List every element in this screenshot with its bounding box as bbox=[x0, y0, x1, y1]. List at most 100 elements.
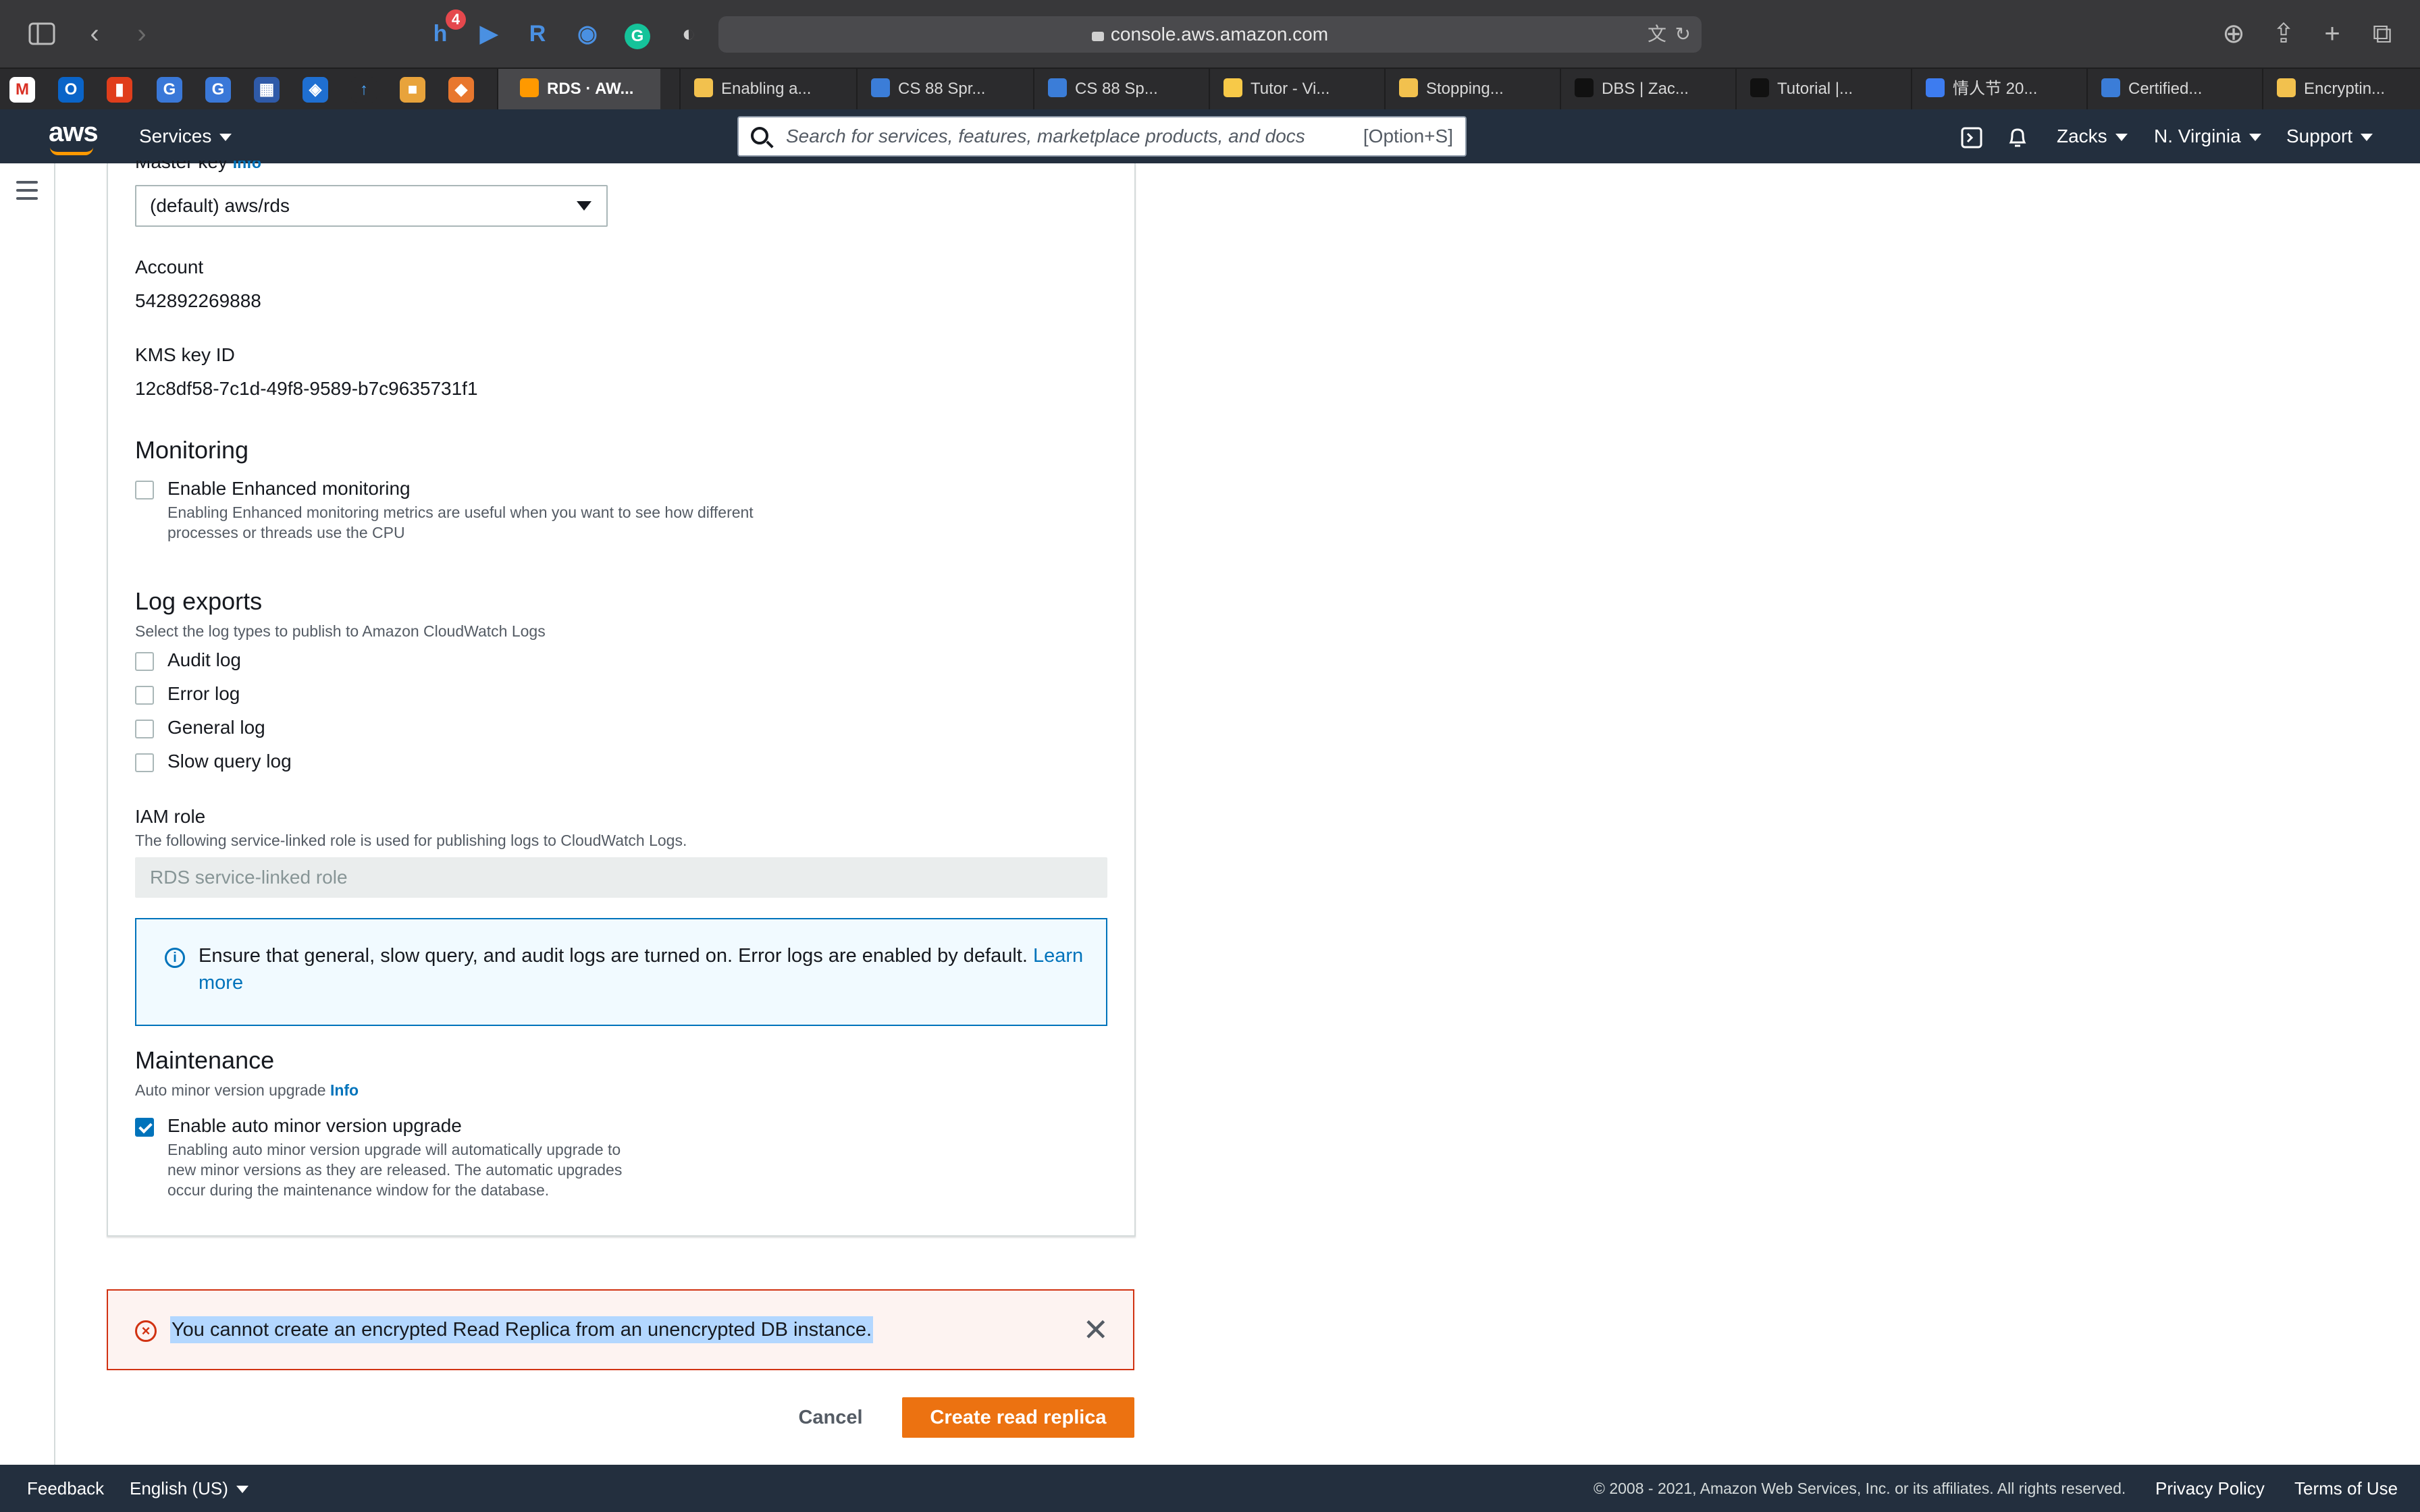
kms-key-label: KMS key ID bbox=[135, 344, 235, 365]
translate-icon[interactable]: 文 bbox=[1648, 16, 1666, 53]
tab-tutor[interactable]: Tutor - Vi... bbox=[1209, 69, 1368, 109]
close-icon[interactable]: ✕ bbox=[1082, 1311, 1109, 1349]
share-icon[interactable]: ⇪ bbox=[2267, 18, 2300, 50]
general-log-checkbox[interactable] bbox=[135, 720, 154, 738]
account-menu[interactable]: Zacks bbox=[2057, 109, 2128, 163]
support-menu[interactable]: Support bbox=[2286, 109, 2373, 163]
terms-of-use-link[interactable]: Terms of Use bbox=[2294, 1465, 2398, 1512]
forward-icon[interactable]: › bbox=[126, 18, 158, 50]
browser-toolbar: ‹ › h4 ▶ R ◉ G ◐ console.aws.amazon.com … bbox=[0, 0, 2420, 68]
account-value: 542892269888 bbox=[135, 290, 261, 311]
monitoring-heading: Monitoring bbox=[135, 436, 249, 464]
aws-logo-smile bbox=[50, 147, 93, 155]
amvu-checkbox[interactable] bbox=[135, 1118, 154, 1137]
pinned-cube-icon[interactable]: ◆ bbox=[448, 77, 474, 103]
url-text: console.aws.amazon.com bbox=[1110, 24, 1329, 45]
reload-icon[interactable]: ↻ bbox=[1675, 16, 1691, 53]
error-alert: × You cannot create an encrypted Read Re… bbox=[107, 1289, 1134, 1370]
create-read-replica-button[interactable]: Create read replica bbox=[902, 1397, 1134, 1438]
password-extension-icon[interactable]: ◉ bbox=[571, 18, 604, 50]
lock-icon bbox=[1091, 32, 1104, 41]
pinned-office-icon[interactable]: ▮ bbox=[107, 77, 132, 103]
tab-tutorial[interactable]: Tutorial |... bbox=[1735, 69, 1895, 109]
notifications-bell-icon[interactable] bbox=[2007, 109, 2028, 163]
tab-dbs[interactable]: DBS | Zac... bbox=[1560, 69, 1719, 109]
form-panel bbox=[107, 163, 1136, 1237]
pinned-outlook-icon[interactable]: O bbox=[58, 77, 84, 103]
enhanced-monitoring-desc-2: processes or threads use the CPU bbox=[167, 524, 405, 541]
pinned-grid-icon[interactable]: ▦ bbox=[254, 77, 280, 103]
caret-down-icon bbox=[577, 201, 591, 211]
tab-certified[interactable]: Certified... bbox=[2086, 69, 2246, 109]
services-search[interactable]: Search for services, features, marketpla… bbox=[737, 116, 1467, 157]
pinned-translate2-icon[interactable]: G bbox=[205, 77, 231, 103]
log-exports-heading: Log exports bbox=[135, 587, 263, 615]
log-info-alert: i Ensure that general, slow query, and a… bbox=[135, 918, 1107, 1026]
info-icon: i bbox=[165, 948, 185, 968]
feedback-link[interactable]: Feedback bbox=[27, 1465, 104, 1512]
error-message: You cannot create an encrypted Read Repl… bbox=[170, 1316, 874, 1343]
privacy-policy-link[interactable]: Privacy Policy bbox=[2155, 1465, 2265, 1512]
pinned-arrow-icon[interactable]: ↑ bbox=[351, 77, 377, 103]
search-icon bbox=[751, 127, 768, 144]
video-extension-icon[interactable]: ▶ bbox=[473, 18, 505, 50]
pinned-app-icon[interactable]: ◈ bbox=[302, 77, 328, 103]
learn-more-link[interactable]: Learn bbox=[1033, 945, 1083, 967]
amvu-info-link[interactable]: Info bbox=[330, 1081, 359, 1099]
downloads-icon[interactable]: ⊕ bbox=[2217, 18, 2250, 50]
audit-log-label: Audit log bbox=[167, 649, 241, 670]
log-info-text: Ensure that general, slow query, and aud… bbox=[199, 945, 1084, 994]
audit-log-checkbox[interactable] bbox=[135, 652, 154, 671]
amvu-label: Auto minor version upgrade Info bbox=[135, 1081, 359, 1099]
services-menu[interactable]: Services bbox=[139, 109, 232, 163]
error-icon: × bbox=[135, 1320, 157, 1342]
tab-cs88-1[interactable]: CS 88 Spr... bbox=[856, 69, 1016, 109]
console-footer: Feedback English (US) © 2008 - 2021, Ama… bbox=[0, 1465, 2420, 1512]
menu-hamburger-icon[interactable] bbox=[16, 181, 38, 200]
error-log-checkbox[interactable] bbox=[135, 686, 154, 705]
shield-extension-icon[interactable]: ◐ bbox=[673, 18, 705, 50]
extension-badge: 4 bbox=[446, 9, 466, 30]
tab-stopping[interactable]: Stopping... bbox=[1384, 69, 1544, 109]
master-key-select[interactable]: (default) aws/rds bbox=[135, 185, 608, 227]
language-selector[interactable]: English (US) bbox=[130, 1465, 248, 1512]
account-label: Account bbox=[135, 256, 204, 277]
amvu-checkbox-label: Enable auto minor version upgrade bbox=[167, 1115, 462, 1136]
copyright-text: © 2008 - 2021, Amazon Web Services, Inc.… bbox=[1594, 1480, 2126, 1497]
tab-enabling[interactable]: Enabling a... bbox=[679, 69, 839, 109]
tab-rds[interactable]: RDS · AW... bbox=[497, 69, 660, 109]
enhanced-monitoring-checkbox[interactable] bbox=[135, 481, 154, 500]
iam-role-input: RDS service-linked role bbox=[135, 857, 1107, 898]
grammarly-extension-icon[interactable]: G bbox=[621, 18, 654, 50]
tab-encrypting[interactable]: Encryptin... bbox=[2262, 69, 2420, 109]
error-log-label: Error log bbox=[167, 683, 240, 704]
tab-valentine[interactable]: 情人节 20... bbox=[1911, 69, 2070, 109]
new-tab-icon[interactable]: + bbox=[2316, 18, 2348, 50]
pinned-translate-icon[interactable]: G bbox=[157, 77, 182, 103]
tab-overview-icon[interactable]: ⧉ bbox=[2366, 18, 2398, 50]
tab-strip: M O ▮ G G ▦ ◈ ↑ ■ ◆ RDS · AW... Enabling… bbox=[0, 68, 2420, 109]
pinned-box-icon[interactable]: ■ bbox=[400, 77, 425, 103]
cancel-button[interactable]: Cancel bbox=[783, 1397, 878, 1438]
pinned-gmail-icon[interactable]: M bbox=[9, 77, 35, 103]
enhanced-monitoring-desc-1: Enabling Enhanced monitoring metrics are… bbox=[167, 504, 754, 521]
tab-cs88-2[interactable]: CS 88 Sp... bbox=[1033, 69, 1192, 109]
amvu-desc-3: occur during the maintenance window for … bbox=[167, 1181, 550, 1199]
kms-key-value: 12c8df58-7c1d-49f8-9589-b7c9635731f1 bbox=[135, 378, 478, 399]
learn-more-link-cont[interactable]: more bbox=[199, 972, 243, 994]
slow-query-log-checkbox[interactable] bbox=[135, 753, 154, 772]
honey-extension-icon[interactable]: h4 bbox=[424, 9, 466, 50]
aws-logo[interactable]: aws bbox=[49, 117, 99, 148]
back-icon[interactable]: ‹ bbox=[78, 18, 111, 50]
region-menu[interactable]: N. Virginia bbox=[2154, 109, 2261, 163]
iam-role-value: RDS service-linked role bbox=[150, 867, 348, 888]
r-extension-icon[interactable]: R bbox=[521, 18, 554, 50]
sidebar-toggle-icon[interactable] bbox=[26, 18, 58, 50]
address-bar[interactable]: console.aws.amazon.com 文 ↻ bbox=[718, 16, 1702, 53]
master-key-value: (default) aws/rds bbox=[150, 195, 290, 216]
maintenance-heading: Maintenance bbox=[135, 1046, 275, 1074]
iam-role-label: IAM role bbox=[135, 806, 206, 827]
iam-role-desc: The following service-linked role is use… bbox=[135, 832, 687, 849]
amvu-desc-2: new minor versions as they are released.… bbox=[167, 1161, 623, 1179]
cloudshell-icon[interactable] bbox=[1961, 109, 1982, 163]
